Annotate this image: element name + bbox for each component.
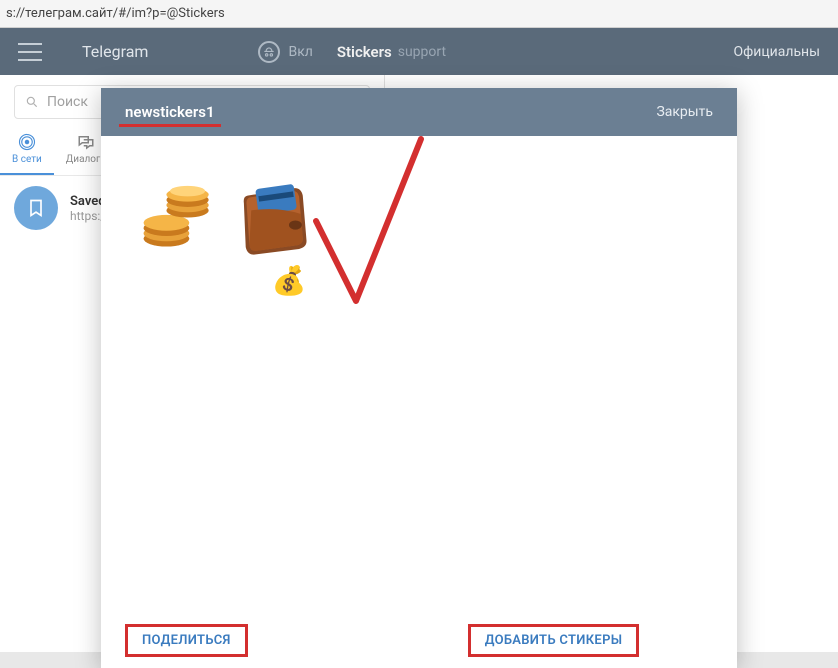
money-bag-sticker[interactable]: 💰 — [269, 260, 309, 300]
modal-footer: ПОДЕЛИТЬСЯ ДОБАВИТЬ СТИКЕРЫ — [101, 612, 737, 668]
incognito-label: Вкл — [288, 44, 312, 60]
wallet-sticker[interactable] — [229, 166, 325, 262]
app-name: Telegram — [82, 42, 148, 61]
close-button[interactable]: Закрыть — [656, 104, 713, 120]
header-right-link[interactable]: Официальны — [733, 44, 820, 60]
url-text: s://телеграм.сайт/#/im?p=@Stickers — [6, 6, 225, 21]
modal-title: newstickers1 — [125, 103, 215, 121]
coins-sticker[interactable] — [129, 166, 225, 262]
app-header: Telegram Вкл Stickers support Официальны — [0, 28, 838, 75]
modal-overlay: newstickers1 Закрыть — [0, 75, 838, 652]
modal-header: newstickers1 Закрыть — [101, 88, 737, 136]
stickers-modal: newstickers1 Закрыть — [101, 88, 737, 668]
menu-button[interactable] — [18, 43, 42, 61]
modal-body: 💰 — [101, 136, 737, 612]
header-subtitle: support — [398, 44, 446, 60]
header-title: Stickers — [337, 43, 392, 61]
incognito-toggle[interactable]: Вкл — [258, 41, 312, 63]
incognito-icon — [258, 41, 280, 63]
browser-url-bar[interactable]: s://телеграм.сайт/#/im?p=@Stickers — [0, 0, 838, 28]
